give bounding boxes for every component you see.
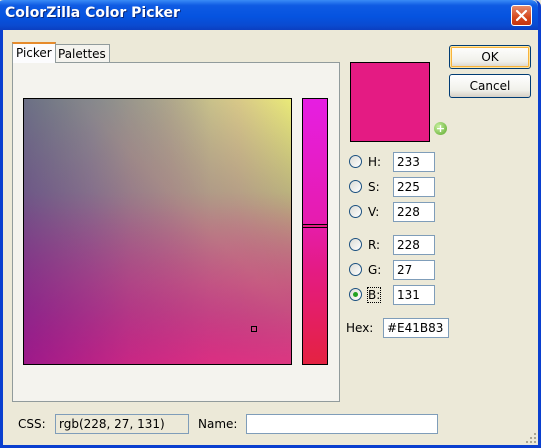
b-label: B: [366, 287, 382, 303]
b-field[interactable]: 131 [393, 285, 435, 305]
name-label: Name: [198, 417, 238, 431]
gradient-cursor[interactable] [251, 326, 257, 332]
css-label: CSS: [18, 417, 46, 431]
add-to-palette-icon[interactable]: + [434, 122, 447, 135]
s-label: S: [368, 180, 380, 194]
close-icon [515, 9, 528, 22]
hex-label: Hex: [346, 321, 374, 335]
tab-palettes[interactable]: Palettes [54, 44, 110, 62]
h-field[interactable]: 233 [393, 152, 435, 172]
ok-button[interactable]: OK [449, 45, 531, 69]
h-label: H: [368, 155, 382, 169]
r-field[interactable]: 228 [393, 235, 435, 255]
r-label: R: [368, 238, 381, 252]
tab-picker[interactable]: Picker [12, 42, 56, 63]
v-label: V: [368, 205, 380, 219]
color-preview-swatch [350, 62, 430, 142]
close-button[interactable] [511, 5, 532, 26]
name-field[interactable] [246, 414, 438, 434]
css-value-field[interactable]: rgb(228, 27, 131) [55, 414, 189, 434]
cancel-button[interactable]: Cancel [449, 74, 531, 98]
hex-field[interactable]: #E41B83 [383, 318, 449, 338]
v-radio[interactable] [349, 205, 362, 218]
g-label: G: [368, 263, 382, 277]
color-gradient-field[interactable] [23, 98, 292, 365]
b-radio[interactable] [349, 288, 362, 301]
r-radio[interactable] [349, 238, 362, 251]
g-field[interactable]: 27 [393, 260, 435, 280]
window-title: ColorZilla Color Picker [5, 5, 180, 21]
hue-slider-thumb[interactable] [302, 224, 328, 228]
s-radio[interactable] [349, 180, 362, 193]
g-radio[interactable] [349, 263, 362, 276]
resize-grip-icon[interactable] [525, 432, 537, 444]
hue-slider[interactable] [302, 98, 328, 365]
h-radio[interactable] [349, 155, 362, 168]
v-field[interactable]: 228 [393, 202, 435, 222]
s-field[interactable]: 225 [393, 177, 435, 197]
title-bar[interactable]: ColorZilla Color Picker [0, 0, 538, 30]
